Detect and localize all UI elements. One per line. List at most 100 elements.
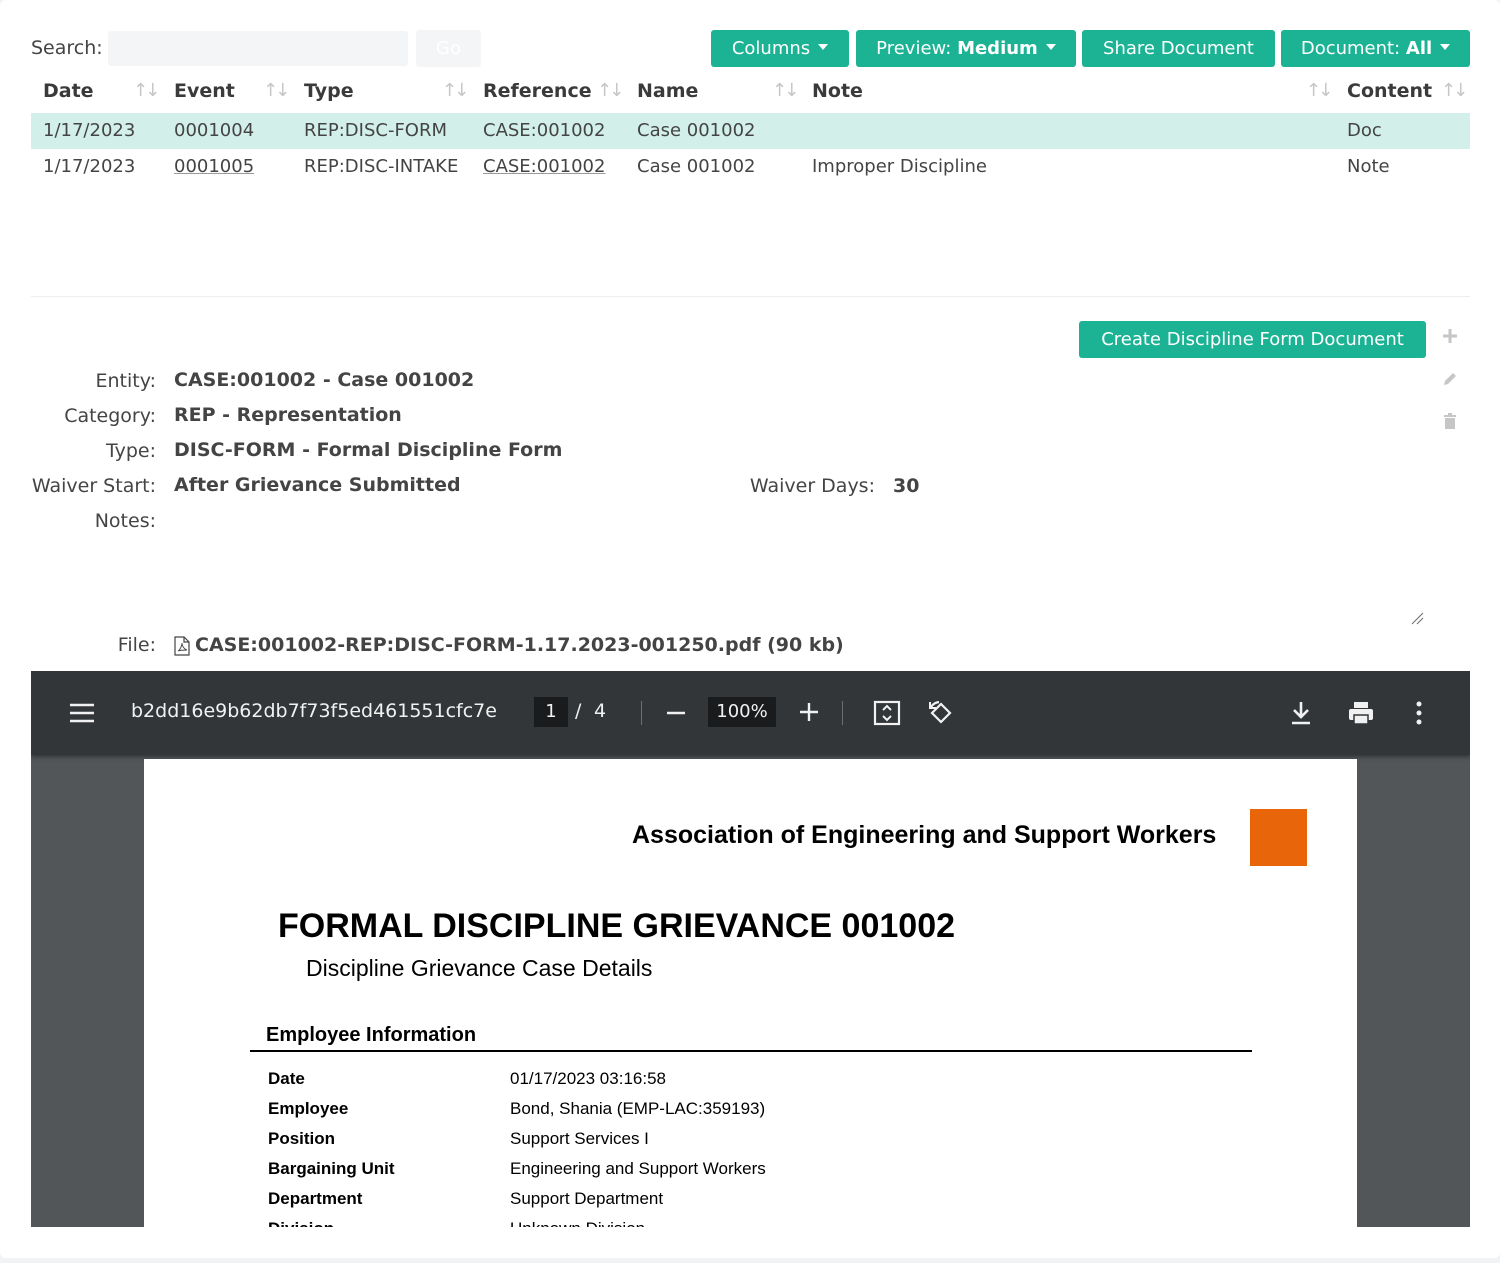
- table-row[interactable]: 1/17/2023 0001004 REP:DISC-FORM CASE:001…: [31, 113, 1470, 149]
- page-number-input[interactable]: 1: [534, 697, 568, 727]
- cell-content: Doc: [1347, 120, 1382, 141]
- waiver-days-value: 30: [893, 475, 920, 497]
- sort-icon[interactable]: ↑↓: [772, 80, 799, 101]
- field-label: Division: [268, 1219, 334, 1227]
- field-value: Bond, Shania (EMP-LAC:359193): [510, 1099, 766, 1118]
- columns-button[interactable]: Columns: [711, 30, 849, 67]
- sort-icon[interactable]: ↑↓: [1306, 80, 1333, 101]
- cell-name: Case 001002: [637, 120, 756, 141]
- cell-reference: CASE:001002: [483, 120, 606, 141]
- pdf-page: Association of Engineering and Support W…: [144, 759, 1357, 1227]
- organization-name: Association of Engineering and Support W…: [632, 821, 1217, 849]
- more-icon[interactable]: [1411, 700, 1427, 726]
- table-row[interactable]: 1/17/2023 0001005 REP:DISC-INTAKE CASE:0…: [31, 149, 1470, 185]
- zoom-level-input[interactable]: 100%: [708, 697, 776, 727]
- cell-event-link[interactable]: 0001005: [174, 149, 254, 185]
- category-label: Category:: [64, 405, 156, 427]
- rotate-icon[interactable]: [927, 699, 955, 727]
- cell-type: REP:DISC-INTAKE: [304, 156, 459, 177]
- create-discipline-form-button[interactable]: Create Discipline Form Document: [1079, 321, 1426, 358]
- column-header-date[interactable]: Date: [43, 80, 94, 102]
- delete-icon[interactable]: [1440, 411, 1460, 431]
- field-label: Date: [268, 1069, 305, 1088]
- file-label: File:: [117, 634, 156, 656]
- caret-down-icon: [818, 44, 829, 50]
- field-value: Support Department: [510, 1189, 664, 1208]
- field-value: 01/17/2023 03:16:58: [510, 1069, 666, 1088]
- type-label: Type:: [105, 440, 156, 462]
- document-prefix: Document:: [1300, 38, 1401, 59]
- columns-label: Columns: [731, 38, 811, 59]
- file-link[interactable]: CASE:001002-REP:DISC-FORM-1.17.2023-0012…: [195, 634, 844, 656]
- pdf-viewer[interactable]: b2dd16e9b62db7f73f5ed461551cfc7e 1 / 4 1…: [31, 671, 1470, 1227]
- preview-size-button[interactable]: Preview: Medium: [856, 30, 1076, 67]
- field-value: Engineering and Support Workers: [510, 1159, 766, 1178]
- section-title: Employee Information: [266, 1024, 477, 1046]
- add-icon[interactable]: [1440, 326, 1460, 346]
- waiver-start-label: Waiver Start:: [31, 475, 156, 497]
- category-value: REP - Representation: [174, 404, 402, 426]
- zoom-out-icon[interactable]: [665, 702, 687, 724]
- share-document-button[interactable]: Share Document: [1082, 30, 1275, 67]
- sort-icon[interactable]: ↑↓: [597, 80, 624, 101]
- page-total: 4: [594, 700, 607, 722]
- go-button[interactable]: Go: [416, 30, 481, 67]
- column-header-reference[interactable]: Reference: [483, 80, 592, 102]
- document-filter-button[interactable]: Document: All: [1281, 30, 1470, 67]
- waiver-start-value: After Grievance Submitted: [174, 474, 461, 496]
- document-title: FORMAL DISCIPLINE GRIEVANCE 001002: [278, 907, 956, 945]
- notes-label: Notes:: [94, 510, 156, 532]
- print-icon[interactable]: [1347, 700, 1375, 726]
- page-separator: /: [575, 700, 582, 722]
- sort-icon[interactable]: ↑↓: [263, 80, 290, 101]
- field-value: Unknown Division: [510, 1219, 645, 1227]
- sort-icon[interactable]: ↑↓: [133, 80, 160, 101]
- field-label: Department: [268, 1189, 363, 1208]
- resize-handle-icon[interactable]: [1410, 611, 1424, 625]
- entity-label: Entity:: [95, 370, 157, 392]
- pdf-file-icon: [174, 636, 190, 656]
- preview-value: Medium: [957, 38, 1038, 59]
- waiver-days-label: Waiver Days:: [749, 475, 875, 497]
- toolbar-divider: [641, 701, 642, 725]
- type-value: DISC-FORM - Formal Discipline Form: [174, 439, 563, 461]
- search-label: Search:: [31, 37, 103, 59]
- column-header-content[interactable]: Content: [1347, 80, 1432, 102]
- cell-content: Note: [1347, 156, 1390, 177]
- document-value: All: [1405, 38, 1433, 59]
- cell-name: Case 001002: [637, 156, 756, 177]
- field-value: Support Services I: [510, 1129, 649, 1148]
- cell-date: 1/17/2023: [43, 156, 136, 177]
- field-label: Position: [268, 1129, 336, 1148]
- caret-down-icon: [1045, 44, 1056, 50]
- sort-icon[interactable]: ↑↓: [442, 80, 469, 101]
- section-divider: [31, 296, 1470, 297]
- zoom-in-icon[interactable]: [798, 701, 820, 723]
- cell-type: REP:DISC-FORM: [304, 120, 448, 141]
- edit-icon[interactable]: [1440, 369, 1460, 389]
- caret-down-icon: [1440, 44, 1451, 50]
- pdf-document-id: b2dd16e9b62db7f73f5ed461551cfc7e: [131, 700, 497, 722]
- cell-date: 1/17/2023: [43, 120, 136, 141]
- search-input[interactable]: [108, 31, 408, 66]
- menu-icon[interactable]: [69, 702, 95, 724]
- cell-reference-link[interactable]: CASE:001002: [483, 149, 605, 185]
- document-subtitle: Discipline Grievance Case Details: [306, 955, 653, 981]
- preview-prefix: Preview:: [876, 38, 952, 59]
- column-header-event[interactable]: Event: [174, 80, 235, 102]
- section-rule: [250, 1050, 1252, 1052]
- download-icon[interactable]: [1289, 700, 1313, 726]
- sort-icon[interactable]: ↑↓: [1441, 80, 1468, 101]
- field-label: Employee: [268, 1099, 349, 1118]
- document-panel: Search: Go Columns Preview: Medium Share…: [0, 0, 1500, 1258]
- cell-note: Improper Discipline: [812, 156, 987, 177]
- toolbar-divider: [842, 701, 843, 725]
- field-label: Bargaining Unit: [268, 1159, 395, 1178]
- cell-event: 0001004: [174, 120, 255, 141]
- column-header-note[interactable]: Note: [812, 80, 863, 102]
- fit-page-icon[interactable]: [873, 700, 901, 726]
- pdf-toolbar: b2dd16e9b62db7f73f5ed461551cfc7e 1 / 4 1…: [31, 671, 1470, 755]
- entity-value: CASE:001002 - Case 001002: [174, 369, 475, 391]
- column-header-name[interactable]: Name: [637, 80, 698, 102]
- column-header-type[interactable]: Type: [304, 80, 354, 102]
